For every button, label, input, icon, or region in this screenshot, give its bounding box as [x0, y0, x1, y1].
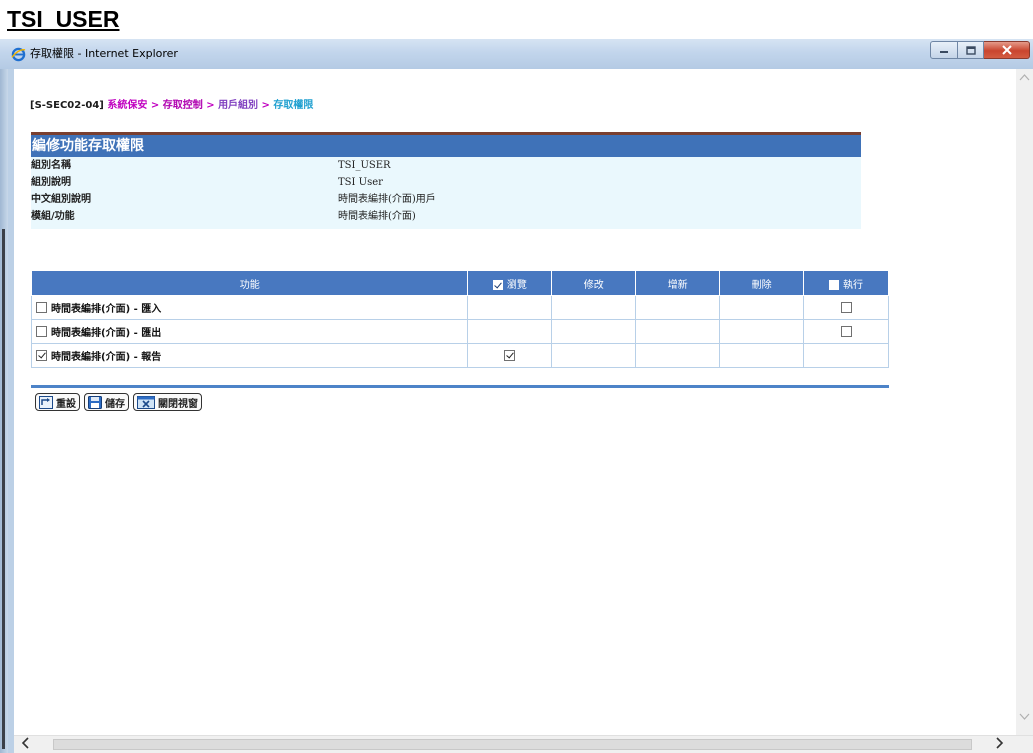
chinese-description-value: 時間表編排(介面)用戶	[338, 194, 436, 205]
group-name-value: TSI_USER	[338, 160, 391, 171]
close-icon	[1001, 45, 1012, 55]
table-row: 時間表編排(介面) - 匯出	[30, 319, 889, 344]
save-button[interactable]: 儲存	[84, 393, 129, 411]
function-name: 時間表編排(介面) - 匯入	[51, 304, 162, 315]
group-description-label: 組別說明	[31, 177, 71, 188]
breadcrumb-separator: >	[261, 100, 270, 111]
group-name-label: 組別名稱	[31, 160, 71, 171]
breadcrumb-item[interactable]: 存取控制	[163, 100, 203, 111]
function-name: 時間表編排(介面) - 匯出	[51, 328, 162, 339]
horizontal-scroll-thumb[interactable]	[53, 739, 972, 750]
reset-button-label: 重設	[56, 398, 76, 410]
table-header-row: 功能 瀏覽 修改 增新 刪除 執行	[30, 270, 889, 296]
minimize-button[interactable]	[930, 41, 958, 59]
page-caption: TSI_USER	[7, 6, 120, 32]
group-description-value: TSI User	[338, 177, 383, 188]
horizontal-scrollbar[interactable]	[14, 735, 1033, 753]
delete-cell	[719, 343, 805, 368]
info-row: 組別名稱 TSI_USER	[31, 157, 861, 174]
row-select-checkbox[interactable]	[36, 350, 47, 361]
breadcrumb-separator: >	[206, 100, 215, 111]
scroll-up-icon[interactable]	[1019, 73, 1030, 84]
window-titlebar[interactable]: 存取權限 - Internet Explorer	[0, 39, 1033, 69]
table-bottom-border	[31, 385, 889, 388]
execute-checkbox[interactable]	[840, 301, 852, 313]
breadcrumb-separator: >	[150, 100, 160, 111]
action-buttons: 重設 儲存 關閉視窗	[35, 393, 202, 411]
close-window-action-button[interactable]: 關閉視窗	[133, 393, 202, 411]
select-all-browse-checkbox[interactable]	[492, 279, 503, 290]
breadcrumb-item[interactable]: 系統保安	[107, 100, 147, 111]
column-header-browse: 瀏覽	[467, 270, 553, 296]
ie-window: 存取權限 - Internet Explorer [S-SEC02-04] 系統…	[0, 39, 1033, 753]
browse-checkbox[interactable]	[504, 349, 516, 361]
reset-icon	[39, 395, 53, 409]
function-name-cell: 時間表編排(介面) - 匯出	[30, 319, 469, 344]
group-info-panel: 編修功能存取權限 組別名稱 TSI_USER 組別說明 TSI User 中文組…	[31, 132, 861, 229]
close-window-button[interactable]	[984, 41, 1030, 59]
row-select-checkbox[interactable]	[36, 302, 47, 313]
scroll-right-icon[interactable]	[991, 737, 1007, 753]
internet-explorer-icon	[11, 47, 26, 62]
breadcrumb-item-current: 存取權限	[273, 100, 314, 111]
scroll-down-icon[interactable]	[1019, 713, 1030, 724]
execute-cell	[803, 319, 889, 344]
add-cell	[635, 343, 721, 368]
execute-checkbox[interactable]	[840, 325, 852, 337]
module-function-value: 時間表編排(介面)	[338, 211, 416, 222]
reset-button[interactable]: 重設	[35, 393, 80, 411]
function-permissions-table: 功能 瀏覽 修改 增新 刪除 執行 時間表編排(介面) - 匯入 時間表編排(介…	[30, 270, 889, 368]
column-header-execute: 執行	[803, 270, 889, 296]
window-controls	[930, 41, 1030, 61]
window-title: 存取權限 - Internet Explorer	[30, 47, 178, 60]
save-disk-icon	[88, 395, 102, 409]
info-row: 中文組別說明 時間表編排(介面)用戶	[31, 191, 861, 208]
maximize-icon	[965, 45, 976, 55]
modify-cell	[551, 319, 637, 344]
maximize-button[interactable]	[958, 41, 984, 59]
panel-title: 編修功能存取權限	[31, 135, 861, 157]
browse-header-label: 瀏覽	[506, 279, 527, 291]
screen-code: [S-SEC02-04]	[30, 100, 104, 111]
info-row: 模組/功能 時間表編排(介面)	[31, 208, 861, 229]
delete-cell	[719, 319, 805, 344]
function-name-cell: 時間表編排(介面) - 匯入	[30, 295, 469, 320]
close-window-icon	[137, 395, 155, 409]
page-content: [S-SEC02-04] 系統保安 > 存取控制 > 用戶組別 > 存取權限 編…	[14, 69, 1016, 735]
function-name: 時間表編排(介面) - 報告	[51, 352, 162, 363]
close-window-button-label: 關閉視窗	[158, 398, 198, 410]
delete-cell	[719, 295, 805, 320]
select-all-execute-checkbox[interactable]	[829, 279, 840, 290]
window-left-edge	[0, 39, 8, 753]
breadcrumb-item[interactable]: 用戶組別	[218, 100, 258, 111]
column-header-function: 功能	[30, 270, 469, 296]
browse-cell	[467, 319, 553, 344]
modify-cell	[551, 343, 637, 368]
chinese-description-label: 中文組別說明	[31, 194, 91, 205]
minimize-icon	[940, 51, 948, 53]
browse-cell	[467, 343, 553, 368]
vertical-scrollbar[interactable]	[1016, 69, 1033, 735]
breadcrumb: [S-SEC02-04] 系統保安 > 存取控制 > 用戶組別 > 存取權限	[30, 96, 313, 111]
execute-header-label: 執行	[843, 279, 864, 291]
row-select-checkbox[interactable]	[36, 326, 47, 337]
column-header-delete: 刪除	[719, 270, 805, 296]
add-cell	[635, 319, 721, 344]
table-row: 時間表編排(介面) - 報告	[30, 343, 889, 368]
save-button-label: 儲存	[105, 398, 125, 410]
column-header-add: 增新	[635, 270, 721, 296]
function-name-cell: 時間表編排(介面) - 報告	[30, 343, 469, 368]
info-row: 組別說明 TSI User	[31, 174, 861, 191]
execute-cell	[803, 295, 889, 320]
module-function-label: 模組/功能	[31, 211, 75, 222]
column-header-modify: 修改	[551, 270, 637, 296]
add-cell	[635, 295, 721, 320]
table-row: 時間表編排(介面) - 匯入	[30, 295, 889, 320]
browse-cell	[467, 295, 553, 320]
scroll-left-icon[interactable]	[18, 737, 34, 753]
execute-cell	[803, 343, 889, 368]
modify-cell	[551, 295, 637, 320]
